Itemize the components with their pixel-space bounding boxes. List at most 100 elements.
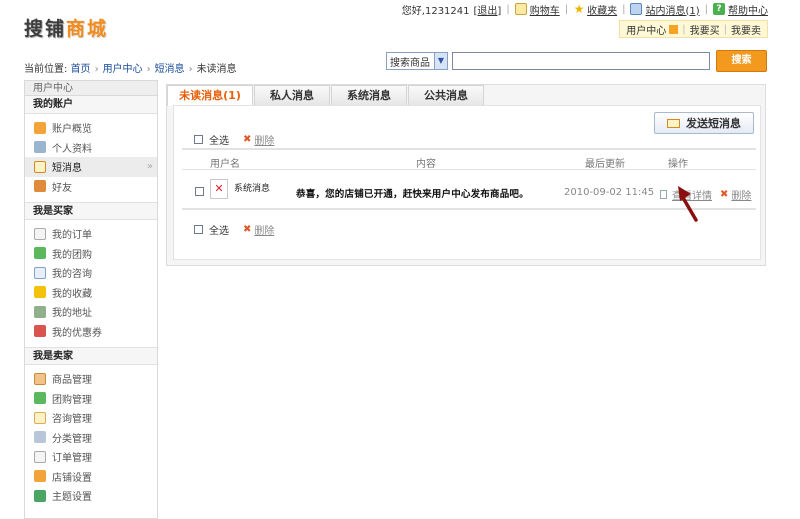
sidebar-item-store-settings[interactable]: 店铺设置: [25, 467, 157, 487]
row-content[interactable]: 恭喜，您的店铺已开通，赶快来用户中心发布商品吧。: [296, 186, 529, 200]
sidebar-item-group-buy-management[interactable]: 团购管理: [25, 389, 157, 409]
sidebar-item-label: 我的咨询: [52, 269, 92, 281]
help-icon: ?: [713, 3, 725, 15]
edit-document-icon: [34, 450, 46, 463]
breadcrumb-current: 未读消息: [196, 64, 237, 75]
delete-link[interactable]: 删除: [254, 222, 274, 237]
bulk-actions-top: 全选 ✖ 删除: [194, 132, 274, 147]
star-icon: [34, 286, 46, 299]
chevron-right-icon: »: [146, 161, 153, 173]
logo-part2: 商城: [66, 18, 109, 40]
separator: |: [564, 3, 569, 15]
sidebar-item-my-group-buy[interactable]: 我的团购: [25, 244, 157, 264]
sidebar-section-title: 我的账户: [25, 96, 157, 114]
sidebar-item-label: 好友: [52, 182, 72, 194]
sidebar-item-account-overview[interactable]: 账户概览: [25, 118, 157, 138]
row-date: 2010-09-02 11:45: [564, 187, 655, 198]
tab-system[interactable]: 系统消息: [331, 85, 407, 105]
chevron-down-icon[interactable]: ▼: [434, 53, 447, 69]
theme-icon: [34, 489, 46, 502]
tab-unread[interactable]: 未读消息(1): [167, 85, 253, 106]
sidebar-item-category-management[interactable]: 分类管理: [25, 428, 157, 448]
cart-icon: [514, 3, 527, 15]
separator: |: [682, 23, 686, 35]
user-center-bar: 用户中心 | 我要买 | 我要卖: [619, 20, 768, 38]
sidebar-item-label: 我的优惠券: [52, 327, 102, 339]
sidebar-item-my-inquiries[interactable]: 我的咨询: [25, 263, 157, 283]
separator: |: [622, 3, 626, 15]
search-input[interactable]: [452, 52, 710, 70]
message-panel: 发送短消息 全选 ✖ 删除 用户名 内容 最后更新 操作 ✕ 系统消息 恭喜，您的…: [173, 105, 761, 260]
column-header: 用户名: [210, 159, 240, 170]
dropdown-icon[interactable]: [669, 24, 679, 34]
sidebar-item-my-favorites[interactable]: 我的收藏: [25, 283, 157, 303]
sidebar-item-profile[interactable]: 个人资料: [25, 138, 157, 158]
envelope-icon: [667, 118, 680, 128]
favorites-link[interactable]: 收藏夹: [587, 2, 617, 17]
breadcrumb-user-center[interactable]: 用户中心: [103, 64, 143, 75]
sidebar-list: 商品管理 团购管理 咨询管理 分类管理 订单管理 店铺设置 主题设置: [25, 365, 157, 512]
separator: |: [723, 23, 727, 35]
sidebar-item-inquiry-management[interactable]: 咨询管理: [25, 408, 157, 428]
sidebar-section-title: 我是卖家: [25, 347, 157, 365]
puzzle-icon: [34, 392, 46, 405]
store-icon: [34, 470, 46, 483]
sidebar-item-label: 我的收藏: [52, 288, 92, 300]
sidebar-item-messages[interactable]: 短消息 »: [25, 157, 157, 177]
search-button[interactable]: 搜索: [716, 50, 767, 72]
logo-part1: 搜铺: [24, 18, 67, 40]
search-type-value: 搜索商品: [390, 57, 430, 69]
id-card-icon: [34, 141, 46, 154]
sidebar-item-label: 我的地址: [52, 308, 92, 320]
puzzle-icon: [34, 247, 46, 260]
column-header: 操作: [668, 159, 688, 170]
breadcrumb-messages[interactable]: 短消息: [155, 64, 185, 75]
sell-link[interactable]: 我要卖: [731, 22, 761, 37]
site-logo[interactable]: 搜铺商城: [24, 14, 108, 41]
sidebar-section-title: 我是买家: [25, 202, 157, 220]
sidebar-item-my-address[interactable]: 我的地址: [25, 302, 157, 322]
delete-icon: ✖: [720, 189, 729, 200]
sidebar-item-label: 分类管理: [52, 433, 92, 445]
sidebar-item-label: 咨询管理: [52, 414, 92, 426]
separator: |: [704, 3, 708, 15]
main-content: 未读消息(1) 私人消息 系统消息 公共消息 发送短消息 全选 ✖ 删除 用户名 …: [166, 84, 766, 266]
sidebar-list: 我的订单 我的团购 我的咨询 我的收藏 我的地址 我的优惠券: [25, 220, 157, 347]
sidebar-item-theme-settings[interactable]: 主题设置: [25, 486, 157, 506]
tab-private[interactable]: 私人消息: [254, 85, 330, 105]
select-all-checkbox[interactable]: [194, 134, 203, 144]
chevron-right-icon: ›: [188, 64, 193, 75]
site-messages-link[interactable]: 站内消息(1): [645, 2, 699, 17]
user-center-menu[interactable]: 用户中心: [626, 22, 666, 37]
column-header: 内容: [416, 159, 436, 170]
delete-link[interactable]: 删除: [254, 132, 274, 147]
cart-link[interactable]: 购物车: [530, 2, 560, 17]
sidebar-item-my-orders[interactable]: 我的订单: [25, 224, 157, 244]
tab-public[interactable]: 公共消息: [408, 85, 484, 105]
sidebar-item-label: 订单管理: [52, 453, 92, 465]
message-tabs: 未读消息(1) 私人消息 系统消息 公共消息: [167, 85, 485, 106]
breadcrumb-home[interactable]: 首页: [71, 64, 91, 75]
select-all-label: 全选: [209, 225, 229, 237]
bulk-actions-bottom: 全选 ✖ 删除: [194, 222, 274, 237]
sidebar-item-label: 账户概览: [52, 124, 92, 136]
sidebar-item-label: 个人资料: [52, 143, 92, 155]
greeting-text: 您好,1231241: [401, 5, 470, 17]
sidebar: 用户中心 我的账户 账户概览 个人资料 短消息 » 好友 我是买家 我的订单 我的…: [24, 80, 158, 519]
user-icon: [34, 180, 46, 193]
select-all-checkbox[interactable]: [194, 224, 203, 234]
help-link[interactable]: 帮助中心: [728, 2, 768, 17]
sidebar-item-label: 主题设置: [52, 492, 92, 504]
sidebar-item-label: 店铺设置: [52, 472, 92, 484]
sidebar-item-my-coupons[interactable]: 我的优惠券: [25, 322, 157, 342]
sidebar-item-product-management[interactable]: 商品管理: [25, 369, 157, 389]
search-type-select[interactable]: 搜索商品 ▼: [386, 52, 448, 70]
row-delete-link[interactable]: 删除: [731, 187, 751, 202]
sidebar-item-friends[interactable]: 好友: [25, 177, 157, 197]
row-checkbox[interactable]: [195, 187, 204, 196]
buy-link[interactable]: 我要买: [690, 22, 720, 37]
logout-link[interactable]: [退出]: [474, 2, 502, 17]
send-message-button[interactable]: 发送短消息: [654, 112, 754, 134]
sidebar-item-label: 商品管理: [52, 375, 92, 387]
sidebar-item-order-management[interactable]: 订单管理: [25, 447, 157, 467]
